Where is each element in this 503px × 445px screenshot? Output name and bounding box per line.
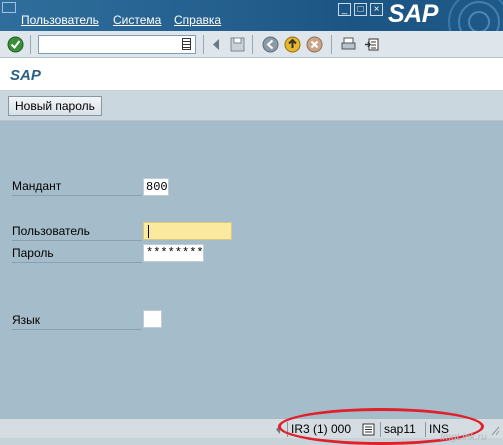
command-field-icon[interactable] — [182, 38, 191, 50]
minimize-button[interactable]: _ — [338, 3, 351, 16]
find-icon[interactable] — [364, 36, 381, 53]
resize-grip-icon[interactable] — [488, 422, 500, 437]
system-info-icon[interactable] — [362, 422, 376, 437]
standard-toolbar — [0, 31, 503, 58]
user-label: Пользователь — [12, 224, 142, 241]
user-field[interactable] — [143, 222, 232, 240]
language-field[interactable] — [143, 310, 162, 328]
password-label: Пароль — [12, 246, 142, 263]
watermark: ImgLink.ru — [440, 432, 487, 443]
cancel-icon[interactable] — [306, 36, 323, 53]
print-icon[interactable] — [340, 36, 357, 53]
system-info: IR3 (1) 000 — [287, 422, 351, 437]
menu-help[interactable]: Справка — [174, 13, 221, 27]
sap-logo: SAP — [384, 0, 503, 31]
window-controls: _ □ × — [338, 3, 383, 16]
system-menu-icon[interactable] — [2, 2, 16, 13]
back-icon[interactable] — [208, 36, 225, 53]
bottom-strip — [0, 438, 503, 445]
server-name: sap11 — [380, 422, 416, 437]
page-title: SAP — [10, 67, 41, 84]
password-field[interactable]: ******** — [143, 244, 204, 262]
maximize-button[interactable]: □ — [354, 3, 367, 16]
title-bar: SAP — [0, 58, 503, 91]
close-button[interactable]: × — [370, 3, 383, 16]
menu-system[interactable]: Система — [113, 13, 161, 27]
menu-user[interactable]: Пользователь — [21, 13, 99, 27]
language-label: Язык — [12, 313, 142, 330]
text-cursor — [148, 225, 149, 238]
status-expand-icon[interactable] — [274, 422, 282, 437]
client-label: Мандант — [12, 179, 142, 196]
exit-icon[interactable] — [284, 36, 301, 53]
command-field[interactable] — [38, 35, 196, 54]
status-bar: IR3 (1) 000 sap11 INS — [0, 418, 503, 438]
enter-icon[interactable] — [7, 36, 24, 53]
application-toolbar: Новый пароль — [0, 91, 503, 121]
save-icon[interactable] — [229, 36, 246, 53]
back-arrow-icon[interactable] — [262, 36, 279, 53]
menu-bar: Пользователь Система Справка _ □ × SAP — [0, 0, 503, 31]
new-password-button[interactable]: Новый пароль — [8, 96, 102, 116]
client-field[interactable]: 800 — [143, 178, 169, 196]
